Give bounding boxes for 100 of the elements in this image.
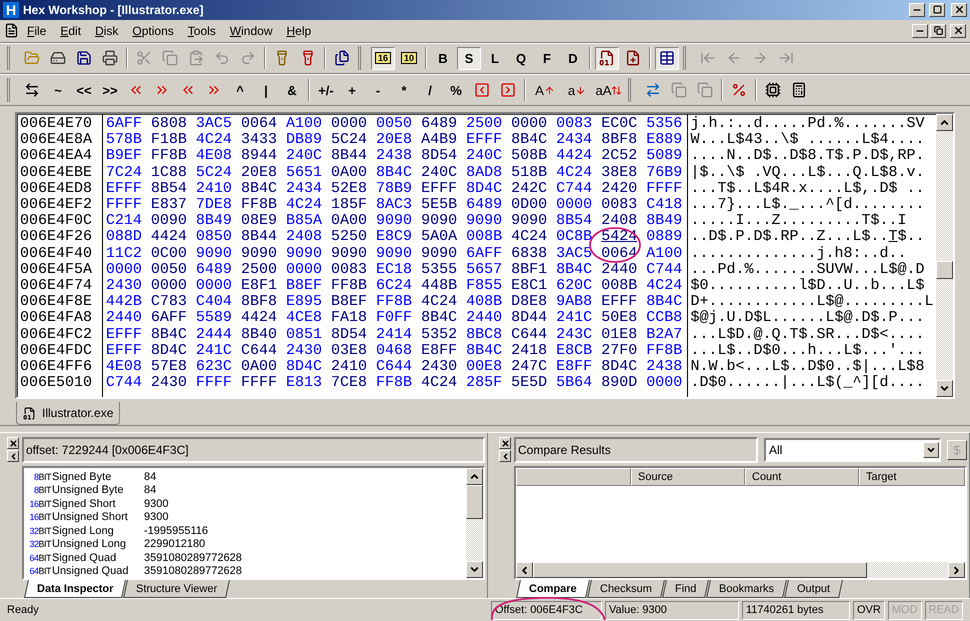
menu-item[interactable]: Help bbox=[280, 22, 318, 40]
collapse-button[interactable] bbox=[7, 450, 19, 462]
open-folder-icon bbox=[24, 50, 40, 66]
undo-icon bbox=[214, 50, 230, 66]
type-name: Signed Byte bbox=[52, 470, 112, 483]
column-header[interactable]: Target bbox=[859, 468, 965, 486]
ascii-text: .D$0......|...L$(_^][d.... bbox=[690, 375, 926, 392]
type-value: 3591080289772628 bbox=[144, 565, 243, 578]
hex-bytes: 578B F18B 4C24 3433 DB89 5C24 20E8 A4B9 EFFF 8B4C 2434 8BF8 E889 bbox=[106, 132, 684, 148]
close-button[interactable] bbox=[7, 437, 19, 450]
compare-button[interactable] bbox=[947, 440, 967, 460]
menu-item[interactable]: Disk bbox=[89, 22, 124, 40]
restore-icon bbox=[934, 26, 942, 36]
close-button[interactable] bbox=[950, 24, 966, 38]
paste-icon bbox=[188, 50, 204, 66]
collapse-button[interactable] bbox=[499, 450, 511, 462]
type-value: 84 bbox=[144, 470, 158, 483]
bit-size-label: 32BIT bbox=[29, 526, 52, 536]
bit-size-label: 8BIT bbox=[34, 485, 52, 496]
offset-label: 006E4FDC bbox=[20, 342, 94, 360]
menu-item[interactable]: Options bbox=[126, 22, 180, 40]
offset-label: 006E4ED8 bbox=[20, 180, 94, 198]
scroll-thumb[interactable] bbox=[936, 261, 953, 280]
bracket-left-icon bbox=[474, 82, 490, 98]
panel-tab[interactable]: Output bbox=[784, 580, 844, 598]
scroll-thumb[interactable] bbox=[466, 485, 483, 520]
toolbar-button[interactable] bbox=[655, 46, 679, 70]
column-header[interactable] bbox=[516, 468, 631, 486]
type-name: Unsigned Byte bbox=[52, 484, 125, 496]
document-icon bbox=[23, 406, 36, 420]
close-button[interactable] bbox=[951, 2, 967, 17]
scrollbar[interactable] bbox=[466, 468, 483, 578]
offset-label: 006E4FF6 bbox=[20, 359, 94, 376]
type-name: Unsigned Long bbox=[52, 538, 128, 550]
toolbar-button[interactable]: S bbox=[457, 46, 481, 70]
panel-tab[interactable]: Structure Viewer bbox=[124, 580, 230, 598]
toolbar-button[interactable]: 16 bbox=[371, 46, 395, 70]
offset-label: 006E4F0C bbox=[20, 213, 94, 230]
scrollbar[interactable] bbox=[936, 114, 953, 398]
document-tab[interactable]: Illustrator.exe bbox=[16, 402, 120, 426]
ascii-text: ...7}...L$._...^[d........ bbox=[690, 197, 926, 214]
window-title: Hex Workshop - [Illustrator.exe] bbox=[23, 2, 204, 17]
minimize-button[interactable] bbox=[912, 24, 928, 38]
back-icon bbox=[726, 50, 742, 66]
ascii-text: |$..\$ .VQ...L$...Q.L$8.v. bbox=[690, 164, 926, 181]
dollar-icon bbox=[951, 444, 963, 456]
checksum-icon bbox=[731, 82, 747, 98]
menu-item[interactable]: Edit bbox=[54, 22, 88, 40]
close-icon bbox=[8, 438, 18, 448]
maximize-button[interactable] bbox=[929, 2, 945, 17]
arrow-left-icon bbox=[500, 452, 510, 461]
ascii-text: W...L$43..\$ ......L$4.... bbox=[690, 132, 926, 148]
ascii-text: D+............L$@.........L bbox=[690, 294, 933, 310]
ascii-text: ..............j.h8:..d.. bbox=[690, 246, 908, 262]
status-message: Ready bbox=[6, 603, 40, 618]
hex-bytes: 11C2 0C00 9090 9090 9090 9090 9090 9090 6AFF 6838 3AC5 0064 A100 bbox=[106, 246, 684, 262]
type-value: 3591080289772628 bbox=[144, 552, 243, 564]
panel-tab[interactable]: Find bbox=[662, 580, 709, 598]
hex-bytes: B9EF FF8B 4E08 8944 240C 8B44 2438 8D54 240C 508B 4424 2C52 5089 bbox=[106, 148, 684, 165]
offset-label: 006E4EBE bbox=[20, 164, 94, 181]
offset-label: 006E4F26 bbox=[20, 229, 94, 246]
status-value: Value: 9300 bbox=[605, 600, 739, 620]
compare-title: Compare Results bbox=[514, 437, 758, 464]
close-button[interactable] bbox=[499, 437, 511, 450]
offset-label: 006E4FC2 bbox=[20, 326, 94, 343]
hex-bytes: 7C24 1C88 5C24 20E8 5651 0A00 8B4C 240C 8AD8 518B 4C24 38E8 76B9 bbox=[106, 164, 684, 181]
status-size: 11740261 bytes bbox=[742, 600, 850, 620]
menu-item[interactable]: File bbox=[21, 22, 52, 40]
panel-tab[interactable]: Data Inspector bbox=[24, 580, 126, 598]
column-header[interactable]: Source bbox=[631, 468, 745, 486]
ascii-text: $@j.U.D$L......L$@.D$.P... bbox=[690, 310, 926, 327]
close-icon bbox=[500, 438, 510, 448]
app-logo: H bbox=[3, 2, 19, 18]
arrow-icon bbox=[611, 84, 622, 96]
offset-label: 006E4F5A bbox=[20, 262, 94, 278]
minimize-button[interactable] bbox=[909, 2, 925, 17]
menu-item[interactable]: Window bbox=[224, 22, 278, 40]
panel-tab[interactable]: Checksum bbox=[586, 580, 665, 598]
panel-tab[interactable]: Bookmarks bbox=[706, 580, 787, 598]
chip-icon bbox=[765, 82, 781, 98]
close-icon bbox=[952, 25, 964, 36]
menu-item[interactable]: Tools bbox=[182, 22, 222, 40]
column-header[interactable]: Count bbox=[745, 468, 859, 486]
type-name: Signed Quad bbox=[52, 552, 118, 564]
document-icon bbox=[599, 50, 615, 66]
scroll-thumb[interactable] bbox=[533, 562, 867, 578]
document-plus-icon bbox=[625, 50, 641, 66]
toolbar-button[interactable] bbox=[595, 46, 619, 70]
scrollbar[interactable] bbox=[516, 562, 965, 578]
panel-tab[interactable]: Compare bbox=[516, 580, 590, 598]
offset-label: 006E4EF2 bbox=[20, 197, 94, 214]
offset-label: 006E4E70 bbox=[20, 116, 94, 132]
offset-label: 006E4FA8 bbox=[20, 310, 94, 327]
compare-icon bbox=[645, 82, 661, 98]
table-icon bbox=[659, 50, 675, 66]
hex-bytes: 6AFF 6808 3AC5 0064 A100 0000 0050 6489 2500 0000 0083 EC0C 5356 bbox=[106, 116, 684, 132]
hex-bytes: 2440 6AFF 5589 4424 4CE8 FA18 F0FF 8B4C 2440 8D44 241C 50E8 CCB8 bbox=[106, 310, 684, 327]
restore-button[interactable] bbox=[930, 24, 946, 38]
filter-dropdown[interactable]: All bbox=[764, 438, 941, 462]
hex-bytes: EFFF 8B4C 2444 8B40 0851 8D54 2414 5352 8BC8 C644 243C 01E8 B2A7 bbox=[106, 326, 684, 343]
